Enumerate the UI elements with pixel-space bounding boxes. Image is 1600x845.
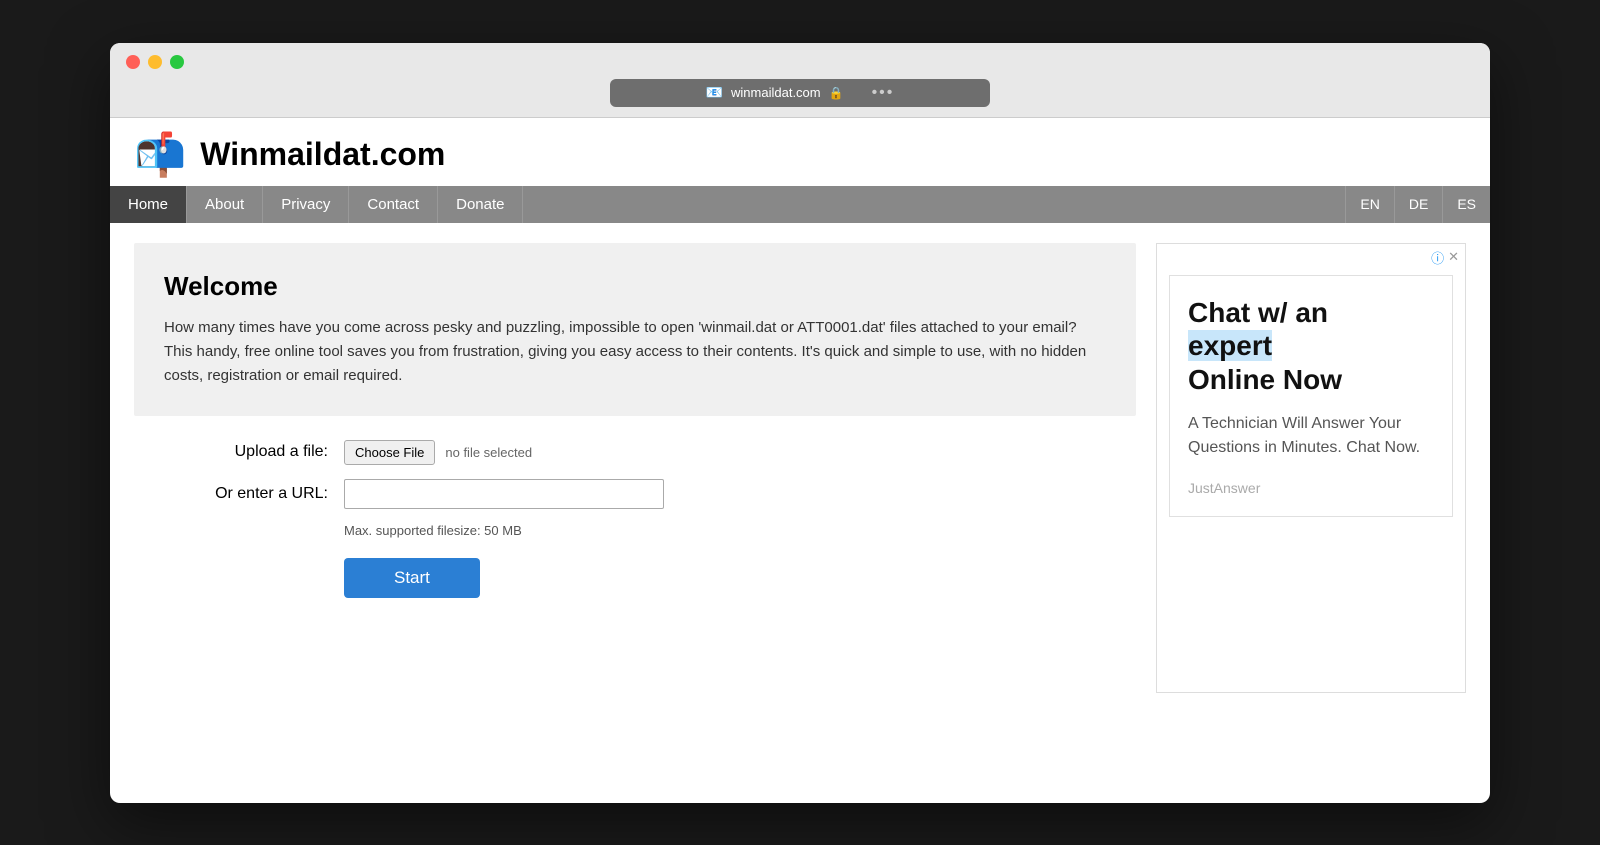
lang-en-button[interactable]: EN xyxy=(1345,186,1393,223)
ad-container: ⓘ ✕ Chat w/ an expert Online Now A Techn… xyxy=(1156,243,1466,693)
url-text: winmaildat.com xyxy=(731,85,821,100)
file-input-area: Choose File no file selected xyxy=(344,440,532,465)
no-file-text: no file selected xyxy=(445,445,532,460)
choose-file-button[interactable]: Choose File xyxy=(344,440,435,465)
nav-items: Home About Privacy Contact Donate xyxy=(110,186,1345,223)
traffic-lights xyxy=(126,55,1474,69)
start-button[interactable]: Start xyxy=(344,558,480,598)
favicon-icon: 📧 xyxy=(706,84,723,101)
upload-row: Upload a file: Choose File no file selec… xyxy=(144,440,1126,465)
more-options-icon[interactable]: ••• xyxy=(872,84,895,102)
url-input[interactable] xyxy=(344,479,664,509)
ad-headline-part1: Chat w/ an xyxy=(1188,297,1328,328)
start-btn-row: Start xyxy=(344,558,1126,598)
ad-subtext: A Technician Will Answer Your Questions … xyxy=(1188,412,1434,460)
site-title: Winmaildat.com xyxy=(200,136,445,173)
main-content: Welcome How many times have you come acr… xyxy=(110,223,1490,713)
ad-headline-part3: Online Now xyxy=(1188,364,1342,395)
site-logo-icon: 📬 xyxy=(134,134,186,176)
upload-form: Upload a file: Choose File no file selec… xyxy=(134,440,1136,598)
right-column: ⓘ ✕ Chat w/ an expert Online Now A Techn… xyxy=(1156,243,1466,693)
nav-lang: EN DE ES xyxy=(1345,186,1490,223)
lang-es-button[interactable]: ES xyxy=(1442,186,1490,223)
nav-item-contact[interactable]: Contact xyxy=(349,186,438,223)
welcome-box: Welcome How many times have you come acr… xyxy=(134,243,1136,416)
lock-icon: 🔒 xyxy=(829,86,844,100)
browser-window: 📧 winmaildat.com 🔒 ••• 📬 Winmaildat.com … xyxy=(110,43,1490,803)
nav-item-privacy[interactable]: Privacy xyxy=(263,186,349,223)
welcome-text: How many times have you come across pesk… xyxy=(164,316,1106,388)
welcome-title: Welcome xyxy=(164,271,1106,302)
url-row: Or enter a URL: xyxy=(144,479,1126,509)
nav-bar: Home About Privacy Contact Donate EN DE … xyxy=(110,186,1490,223)
ad-header: ⓘ ✕ xyxy=(1157,244,1465,271)
url-label: Or enter a URL: xyxy=(144,485,344,503)
ad-headline-highlight: expert xyxy=(1188,330,1272,361)
upload-label: Upload a file: xyxy=(144,443,344,461)
address-bar-row: 📧 winmaildat.com 🔒 ••• xyxy=(126,79,1474,107)
ad-close-icon[interactable]: ✕ xyxy=(1448,249,1459,265)
file-size-note: Max. supported filesize: 50 MB xyxy=(344,523,1126,538)
ad-source: JustAnswer xyxy=(1188,480,1434,496)
nav-item-donate[interactable]: Donate xyxy=(438,186,523,223)
close-button[interactable] xyxy=(126,55,140,69)
browser-chrome: 📧 winmaildat.com 🔒 ••• xyxy=(110,43,1490,118)
nav-item-about[interactable]: About xyxy=(187,186,263,223)
maximize-button[interactable] xyxy=(170,55,184,69)
address-bar[interactable]: 📧 winmaildat.com 🔒 ••• xyxy=(610,79,990,107)
ad-headline: Chat w/ an expert Online Now xyxy=(1188,296,1434,397)
minimize-button[interactable] xyxy=(148,55,162,69)
nav-item-home[interactable]: Home xyxy=(110,186,187,223)
ad-content: Chat w/ an expert Online Now A Technicia… xyxy=(1169,275,1453,518)
browser-content: 📬 Winmaildat.com Home About Privacy Cont… xyxy=(110,118,1490,713)
left-column: Welcome How many times have you come acr… xyxy=(134,243,1136,693)
site-header: 📬 Winmaildat.com xyxy=(110,118,1490,176)
ad-info-icon[interactable]: ⓘ xyxy=(1431,248,1444,267)
lang-de-button[interactable]: DE xyxy=(1394,186,1442,223)
